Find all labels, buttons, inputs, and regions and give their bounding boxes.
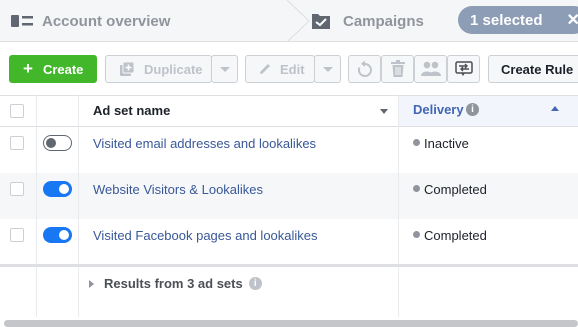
reset-button[interactable] — [348, 55, 381, 83]
row-checkbox[interactable] — [10, 228, 24, 242]
ab-test-button[interactable] — [414, 55, 447, 83]
campaigns-folder-icon — [312, 14, 330, 29]
ad-set-name-link[interactable]: Visited Facebook pages and lookalikes — [93, 228, 318, 243]
toolbar: + Create Duplicate Edit Create Rule — [0, 42, 578, 95]
ad-set-name-link[interactable]: Visited email addresses and lookalikes — [93, 136, 316, 151]
header-delivery[interactable]: Delivery — [413, 102, 464, 117]
duplicate-dropdown-button[interactable] — [211, 55, 238, 83]
delivery-status: Completed — [424, 182, 487, 197]
table-row[interactable]: Visited email addresses and lookalikes I… — [0, 127, 578, 173]
delivery-status: Completed — [424, 228, 487, 243]
sort-caret-icon[interactable] — [380, 109, 388, 114]
tab-divider — [287, 0, 310, 42]
plus-icon: + — [23, 59, 33, 78]
status-dot — [413, 231, 420, 238]
duplicate-button[interactable]: Duplicate — [105, 55, 212, 83]
people-icon — [420, 61, 441, 76]
column-divider — [78, 95, 79, 317]
header-ad-set-name[interactable]: Ad set name — [93, 103, 170, 118]
create-button[interactable]: + Create — [9, 55, 97, 83]
pencil-icon — [260, 64, 270, 74]
tab-account-overview-label: Account overview — [42, 12, 171, 30]
results-summary[interactable]: Results from 3 ad sets i — [89, 276, 262, 291]
duplicate-icon — [120, 61, 135, 76]
table-row[interactable]: Visited Facebook pages and lookalikes Co… — [0, 219, 578, 265]
delete-button[interactable] — [381, 55, 414, 83]
top-tab-bar: Account overview Campaigns 1 selected ✕ — [0, 0, 578, 42]
delivery-info-icon[interactable]: i — [466, 103, 479, 116]
account-overview-icon — [11, 15, 33, 27]
ad-set-name-link[interactable]: Website Visitors & Lookalikes — [93, 182, 263, 197]
trash-icon — [390, 60, 405, 77]
edit-dropdown-button[interactable] — [314, 55, 341, 83]
chevron-down-icon — [322, 66, 333, 72]
sort-ascending-icon[interactable] — [551, 106, 559, 111]
reset-icon — [357, 60, 372, 77]
create-rule-button-label: Create Rule — [501, 61, 574, 77]
tab-campaigns-label: Campaigns — [343, 12, 424, 30]
results-info-icon[interactable]: i — [248, 277, 262, 290]
toggle-knob — [46, 138, 56, 148]
selected-count-label: 1 selected — [470, 11, 543, 29]
ad-set-toggle[interactable] — [43, 227, 72, 243]
status-dot — [413, 185, 420, 192]
results-summary-label: Results from 3 ad sets — [104, 276, 243, 291]
row-checkbox[interactable] — [10, 182, 24, 196]
table-row[interactable]: Website Visitors & Lookalikes Completed — [0, 173, 578, 219]
ad-set-toggle[interactable] — [43, 181, 72, 197]
column-divider — [36, 95, 37, 317]
toggle-knob — [59, 230, 69, 240]
summary-separator — [0, 264, 578, 267]
ad-set-toggle[interactable] — [43, 135, 72, 151]
expand-triangle-icon[interactable] — [89, 279, 94, 288]
create-rule-button[interactable]: Create Rule — [488, 55, 578, 83]
rules-icon-button[interactable] — [447, 55, 480, 83]
chevron-down-icon — [219, 66, 230, 72]
status-dot — [413, 139, 420, 146]
create-button-label: Create — [42, 61, 84, 77]
tab-account-overview[interactable]: Account overview — [0, 0, 300, 42]
rules-icon — [454, 61, 473, 76]
edit-button-label: Edit — [280, 61, 305, 77]
row-checkbox[interactable] — [10, 136, 24, 150]
column-divider — [398, 95, 399, 317]
horizontal-scrollbar[interactable] — [4, 320, 578, 327]
edit-button[interactable]: Edit — [245, 55, 315, 83]
selected-count-pill[interactable]: 1 selected ✕ — [458, 6, 578, 34]
duplicate-button-label: Duplicate — [144, 61, 203, 77]
toggle-knob — [59, 184, 69, 194]
delivery-status: Inactive — [424, 136, 469, 151]
tab-campaigns[interactable]: Campaigns — [311, 0, 424, 42]
clear-selection-close-icon[interactable]: ✕ — [567, 10, 578, 30]
select-all-checkbox[interactable] — [10, 104, 24, 118]
